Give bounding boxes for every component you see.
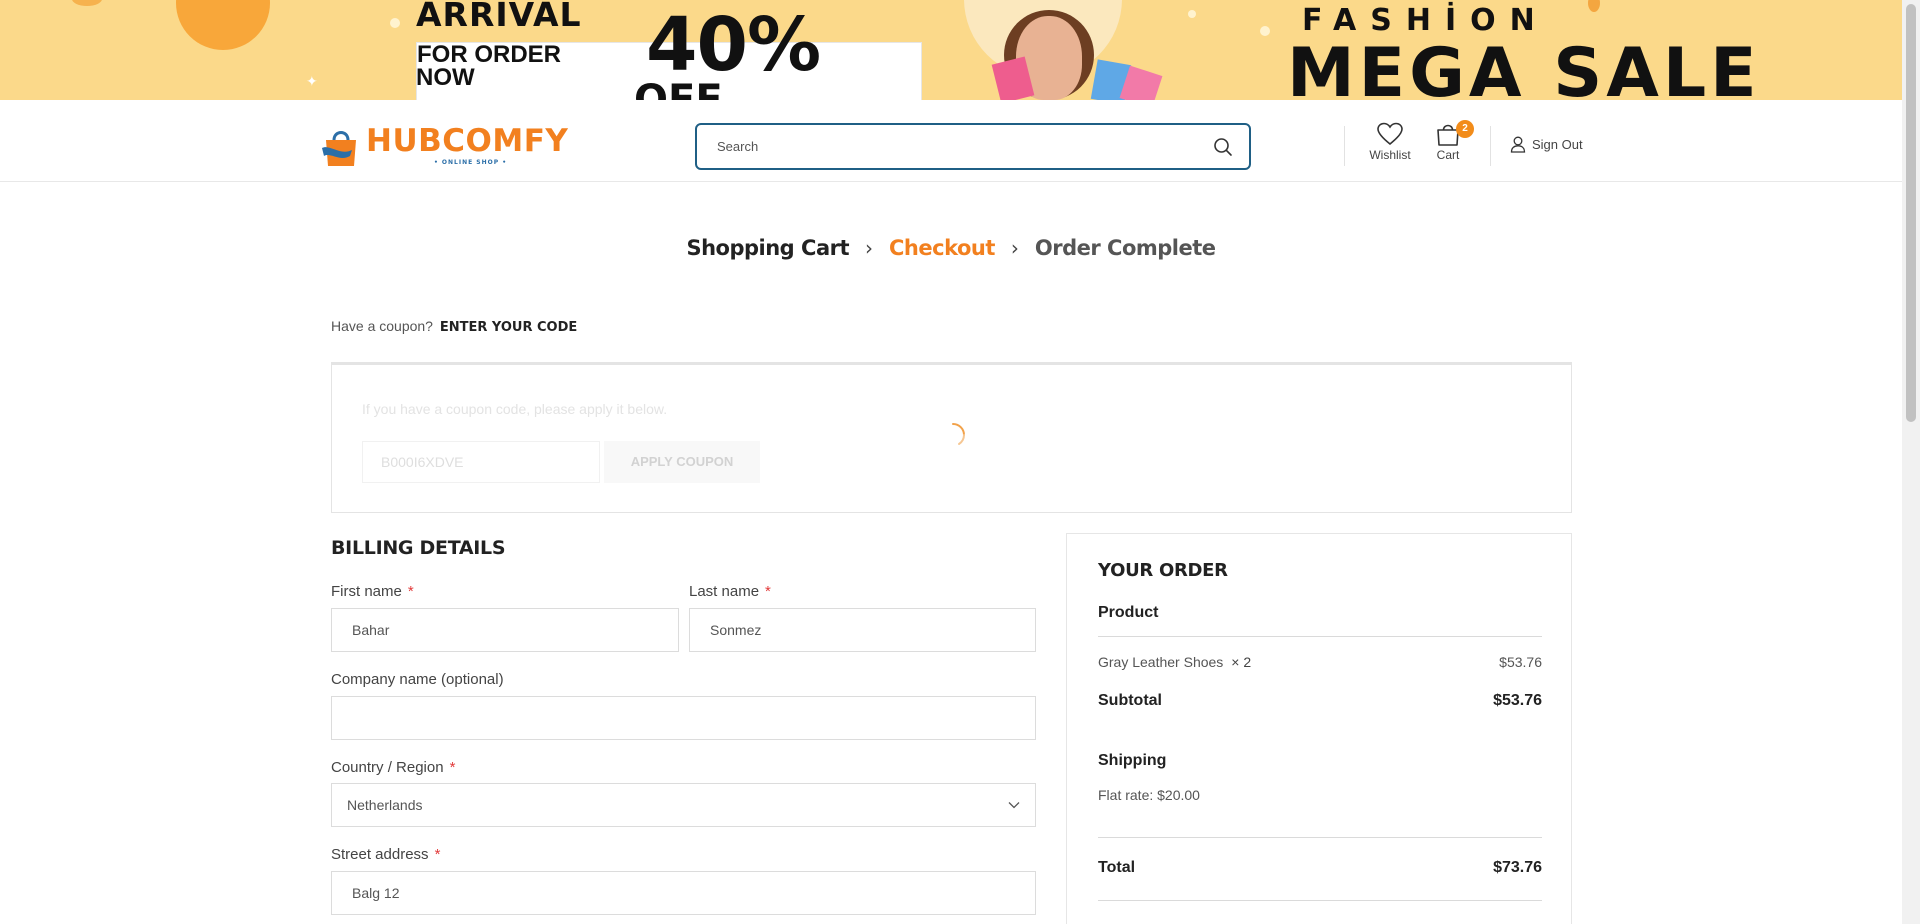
checkout-steps: Shopping Cart › Checkout › Order Complet… — [0, 236, 1902, 260]
cart-button[interactable]: Cart 2 — [1432, 120, 1474, 162]
cart-label: Cart — [1436, 148, 1460, 162]
promo-banner[interactable]: ✦ ✦ ARRİVAL FOR ORDER NOW 40% OFF FASHİO… — [0, 0, 1902, 100]
apply-coupon-button[interactable]: APPLY COUPON — [604, 441, 760, 483]
company-name-label: Company name (optional) — [331, 671, 504, 688]
country-select-value: Netherlands — [347, 797, 423, 813]
enter-coupon-link[interactable]: ENTER YOUR CODE — [440, 320, 577, 335]
banner-mega-sale-text: MEGA SALE — [1287, 34, 1761, 101]
coupon-prompt: Have a coupon? ENTER YOUR CODE — [331, 318, 577, 335]
shipping-method: Flat rate: $20.00 — [1098, 787, 1200, 803]
required-mark: * — [407, 583, 414, 600]
first-name-label: First name * — [331, 583, 414, 600]
last-name-label-text: Last name — [689, 583, 760, 600]
required-mark: * — [434, 846, 441, 863]
step-checkout: Checkout — [889, 235, 995, 260]
search-input[interactable] — [717, 139, 1229, 154]
subtotal-label: Subtotal — [1098, 692, 1162, 709]
banner-decoration — [390, 18, 400, 28]
total-label: Total — [1098, 859, 1136, 876]
required-mark: * — [449, 759, 456, 776]
order-summary-title: YOUR ORDER — [1098, 560, 1228, 581]
scrollbar-thumb[interactable] — [1906, 4, 1916, 422]
loading-spinner-icon — [952, 423, 965, 445]
banner-decoration — [1588, 0, 1600, 12]
coupon-prompt-text: Have a coupon? — [331, 318, 433, 334]
banner-off-text: OFF — [634, 77, 723, 100]
sign-out-label: Sign Out — [1532, 137, 1583, 152]
banner-now-text: NOW — [416, 64, 475, 91]
step-order-complete: Order Complete — [1034, 235, 1216, 260]
heart-icon — [1377, 122, 1403, 146]
country-label-text: Country / Region — [331, 759, 444, 776]
chevron-right-icon: › — [1010, 236, 1019, 260]
subtotal-row: Subtotal $53.76 — [1098, 692, 1542, 710]
coupon-hint: If you have a coupon code, please apply … — [362, 401, 668, 417]
shipping-row: Shipping — [1098, 752, 1542, 770]
chevron-right-icon: › — [865, 236, 874, 260]
site-header: HUBCOMFY • ONLINE SHOP • Wishlist Cart 2… — [0, 100, 1902, 182]
banner-decoration — [1260, 26, 1270, 36]
company-name-field[interactable] — [331, 696, 1036, 740]
search-box[interactable] — [695, 123, 1251, 170]
divider — [1098, 900, 1542, 901]
banner-fashion-text: FASHİON — [1302, 3, 1549, 38]
coupon-code-input[interactable]: B000I6XDVE — [362, 441, 600, 483]
header-divider — [1490, 126, 1491, 166]
total-value: $73.76 — [1493, 859, 1542, 876]
logo-text: HUBCOMFY — [366, 123, 569, 159]
banner-decoration — [1188, 10, 1196, 18]
subtotal-value: $53.76 — [1493, 692, 1542, 709]
sparkle-icon: ✦ — [306, 74, 318, 90]
logo-bag-icon — [322, 131, 356, 166]
user-icon — [1510, 136, 1526, 153]
street-address-label-text: Street address — [331, 846, 429, 863]
wishlist-label: Wishlist — [1369, 148, 1411, 162]
header-divider — [1344, 126, 1345, 166]
search-icon[interactable] — [1213, 137, 1233, 157]
shipping-label: Shipping — [1098, 752, 1167, 769]
billing-details-title: BILLING DETAILS — [331, 537, 506, 559]
step-shopping-cart[interactable]: Shopping Cart — [686, 237, 849, 259]
order-item-row: Gray Leather Shoes × 2 $53.76 — [1098, 654, 1542, 670]
first-name-label-text: First name — [331, 583, 402, 600]
page-scrollbar[interactable] — [1902, 0, 1920, 924]
coupon-form: If you have a coupon code, please apply … — [331, 362, 1572, 513]
divider — [1098, 837, 1542, 838]
logo-subtitle: • ONLINE SHOP • — [434, 159, 508, 166]
banner-arrival-text: ARRİVAL — [416, 0, 582, 34]
banner-decoration — [72, 0, 102, 6]
street-address-label: Street address * — [331, 846, 440, 863]
order-item-name: Gray Leather Shoes — [1098, 654, 1224, 670]
total-row: Total $73.76 — [1098, 859, 1542, 877]
divider — [1098, 636, 1542, 637]
banner-percent-text: 40% — [646, 2, 821, 88]
order-item-name-cell: Gray Leather Shoes × 2 — [1098, 654, 1251, 670]
banner-sun-decoration — [176, 0, 270, 50]
product-column-header: Product — [1098, 604, 1159, 621]
site-logo[interactable]: HUBCOMFY • ONLINE SHOP • — [322, 122, 572, 166]
order-item-price: $53.76 — [1499, 654, 1542, 670]
street-address-field[interactable]: Balg 12 — [331, 871, 1036, 915]
first-name-field[interactable]: Bahar — [331, 608, 679, 652]
wishlist-button[interactable]: Wishlist — [1368, 122, 1412, 162]
order-item-qty: × 2 — [1231, 654, 1252, 670]
country-label: Country / Region * — [331, 759, 455, 776]
last-name-field[interactable]: Sonmez — [689, 608, 1036, 652]
order-summary: YOUR ORDER Product Gray Leather Shoes × 2… — [1066, 533, 1572, 924]
required-mark: * — [765, 583, 771, 600]
last-name-label: Last name * — [689, 583, 771, 600]
cart-count-badge: 2 — [1456, 120, 1474, 138]
sign-out-link[interactable]: Sign Out — [1510, 136, 1583, 153]
country-select[interactable]: Netherlands — [331, 783, 1036, 827]
chevron-down-icon — [1008, 802, 1020, 809]
